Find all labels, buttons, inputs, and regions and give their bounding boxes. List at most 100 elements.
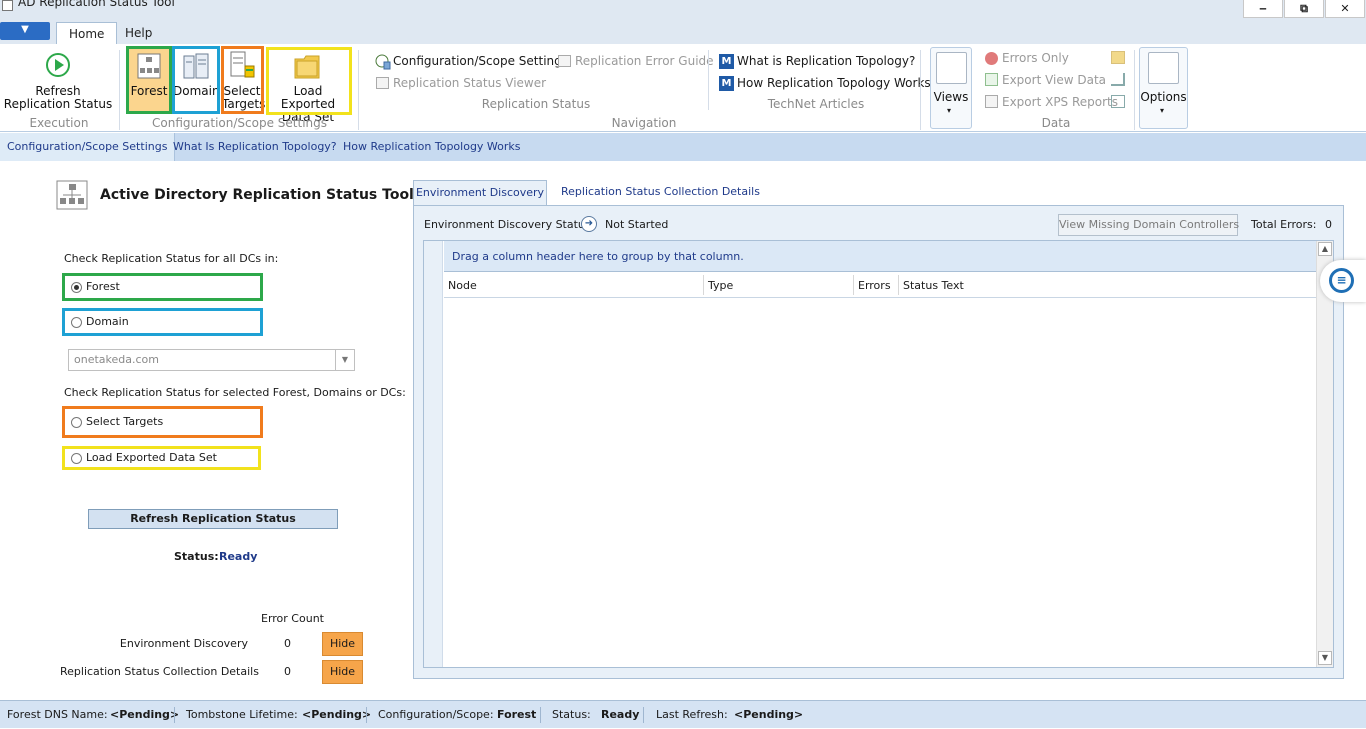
collection-error-count: 0 <box>284 665 291 678</box>
forest-radio[interactable] <box>71 282 82 293</box>
tab-how-replication-topology-works[interactable]: How Replication Topology Works <box>336 133 528 161</box>
column-header-node[interactable]: Node <box>448 279 477 292</box>
forest-dns-value: <Pending> <box>110 708 180 721</box>
tab-help[interactable]: Help <box>113 22 164 44</box>
discovery-status-value: Not Started <box>605 218 669 231</box>
views-button[interactable]: Views ▾ <box>930 47 972 129</box>
errors-only-icon <box>985 52 998 65</box>
refresh-play-icon <box>45 52 71 81</box>
tombstone-value: <Pending> <box>302 708 372 721</box>
tool-logo-icon <box>56 180 88 213</box>
config-scope-label: Configuration/Scope: <box>378 708 494 721</box>
env-discovery-error-label: Environment Discovery <box>119 637 248 650</box>
view-missing-dcs-button[interactable]: View Missing Domain Controllers <box>1058 214 1239 236</box>
export-view-data-button[interactable]: Export View Data <box>1002 73 1106 87</box>
discovery-status-label: Environment Discovery Status: <box>424 218 595 231</box>
status-separator <box>174 707 175 723</box>
domain-radio[interactable] <box>71 317 82 328</box>
env-discovery-error-count: 0 <box>284 637 291 650</box>
error-count-header: Error Count <box>261 612 324 625</box>
domain-radio-label: Domain <box>86 315 129 328</box>
domain-select-value: onetakeda.com <box>74 353 159 366</box>
discovery-grid: Drag a column header here to group by th… <box>423 240 1334 668</box>
arrow-right-icon: ➜ <box>581 216 597 232</box>
collection-error-label: Replication Status Collection Details <box>60 665 259 678</box>
status-bar-status-label: Status: <box>552 708 591 721</box>
domain-select[interactable]: onetakeda.com ▼ <box>68 349 355 371</box>
select-targets-radio-option[interactable]: Select Targets <box>62 406 263 438</box>
technet-icon: M <box>719 54 734 69</box>
group-divider <box>1134 50 1135 130</box>
column-divider[interactable] <box>703 275 704 295</box>
minimize-button[interactable]: ‒ <box>1243 0 1283 18</box>
close-button[interactable]: ✕ <box>1325 0 1365 18</box>
group-technet-label: TechNet Articles <box>767 97 865 111</box>
import-icon[interactable] <box>1111 73 1125 86</box>
options-label: Options <box>1140 90 1187 104</box>
folder-icon[interactable] <box>1111 51 1125 64</box>
status-value: Ready <box>219 550 258 563</box>
app-icon <box>2 0 13 11</box>
scroll-down-icon[interactable]: ▼ <box>1318 651 1332 665</box>
group-navigation-label: Navigation <box>611 116 677 130</box>
config-scope-settings-button[interactable]: Configuration/Scope Settings <box>393 54 568 68</box>
load-exported-radio-label: Load Exported Data Set <box>86 451 217 464</box>
export-xps-reports-button[interactable]: Export XPS Reports <box>1002 95 1118 109</box>
tab-what-is-replication-topology[interactable]: What Is Replication Topology? <box>166 133 344 161</box>
column-divider[interactable] <box>853 275 854 295</box>
how-replication-topology-works-link[interactable]: How Replication Topology Works <box>737 76 931 90</box>
config-scope-value: Forest <box>497 708 537 721</box>
tab-configuration-scope-settings[interactable]: Configuration/Scope Settings <box>0 133 176 161</box>
chevron-down-icon[interactable]: ▼ <box>335 350 354 370</box>
errors-only-button[interactable]: Errors Only <box>1002 51 1069 65</box>
column-header-status-text[interactable]: Status Text <box>903 279 964 292</box>
views-label: Views <box>933 90 969 104</box>
load-exported-radio[interactable] <box>71 453 82 464</box>
group-execution-label: Execution <box>29 116 89 130</box>
group-divider <box>119 50 120 130</box>
refresh-replication-status-button-main[interactable]: Refresh Replication Status <box>88 509 338 529</box>
scroll-up-icon[interactable]: ▲ <box>1318 242 1332 256</box>
title-bar: AD Replication Status Tool ‒ ⧉ ✕ <box>0 0 1366 18</box>
check-selected-label: Check Replication Status for selected Fo… <box>64 386 406 399</box>
column-header-errors[interactable]: Errors <box>858 279 891 292</box>
options-button[interactable]: Options ▾ <box>1139 47 1188 129</box>
technet-icon: M <box>719 76 734 91</box>
options-icon <box>1148 52 1179 84</box>
chevron-down-icon: ▾ <box>947 106 952 115</box>
application-menu-button[interactable]: ▼ <box>0 22 50 40</box>
tab-environment-discovery[interactable]: Environment Discovery <box>413 180 547 206</box>
status-separator <box>643 707 644 723</box>
replication-status-viewer-button[interactable]: Replication Status Viewer <box>393 76 546 90</box>
status-bar: Forest DNS Name: <Pending> Tombstone Lif… <box>0 700 1366 728</box>
tab-replication-status-collection-details[interactable]: Replication Status Collection Details <box>561 185 760 198</box>
group-divider <box>358 50 359 130</box>
status-bar-status-value: Ready <box>601 708 640 721</box>
forest-radio-option[interactable]: Forest <box>62 273 263 301</box>
replication-error-guide-button[interactable]: Replication Error Guide <box>575 54 714 68</box>
check-all-label: Check Replication Status for all DCs in: <box>64 252 279 265</box>
refresh-replication-status-button[interactable]: Refresh Replication Status <box>3 85 113 111</box>
tab-home[interactable]: Home <box>56 22 118 45</box>
select-targets-radio[interactable] <box>71 417 82 428</box>
forest-dns-label: Forest DNS Name: <box>7 708 108 721</box>
total-errors-label: Total Errors: <box>1251 218 1317 231</box>
config-scope-icon <box>375 54 391 73</box>
content-tab-bar: Configuration/Scope Settings What Is Rep… <box>0 133 1366 161</box>
open-external-icon[interactable] <box>1111 95 1125 108</box>
hide-env-discovery-button[interactable]: Hide <box>322 632 363 656</box>
ribbon: Refresh Replication Status Execution For… <box>0 44 1366 132</box>
column-header-type[interactable]: Type <box>708 279 733 292</box>
feedback-chat-button[interactable]: ≡ <box>1320 260 1366 302</box>
column-divider[interactable] <box>898 275 899 295</box>
restore-button[interactable]: ⧉ <box>1284 0 1324 18</box>
status-separator <box>366 707 367 723</box>
hide-collection-button[interactable]: Hide <box>322 660 363 684</box>
export-xps-icon <box>985 95 998 108</box>
select-targets-radio-label: Select Targets <box>86 415 164 428</box>
what-is-replication-topology-link[interactable]: What is Replication Topology? <box>737 54 915 68</box>
load-exported-radio-option[interactable]: Load Exported Data Set <box>62 446 261 470</box>
group-by-panel[interactable]: Drag a column header here to group by th… <box>444 241 1316 272</box>
vertical-scrollbar[interactable]: ▲ ▼ <box>1316 241 1333 667</box>
domain-radio-option[interactable]: Domain <box>62 308 263 336</box>
